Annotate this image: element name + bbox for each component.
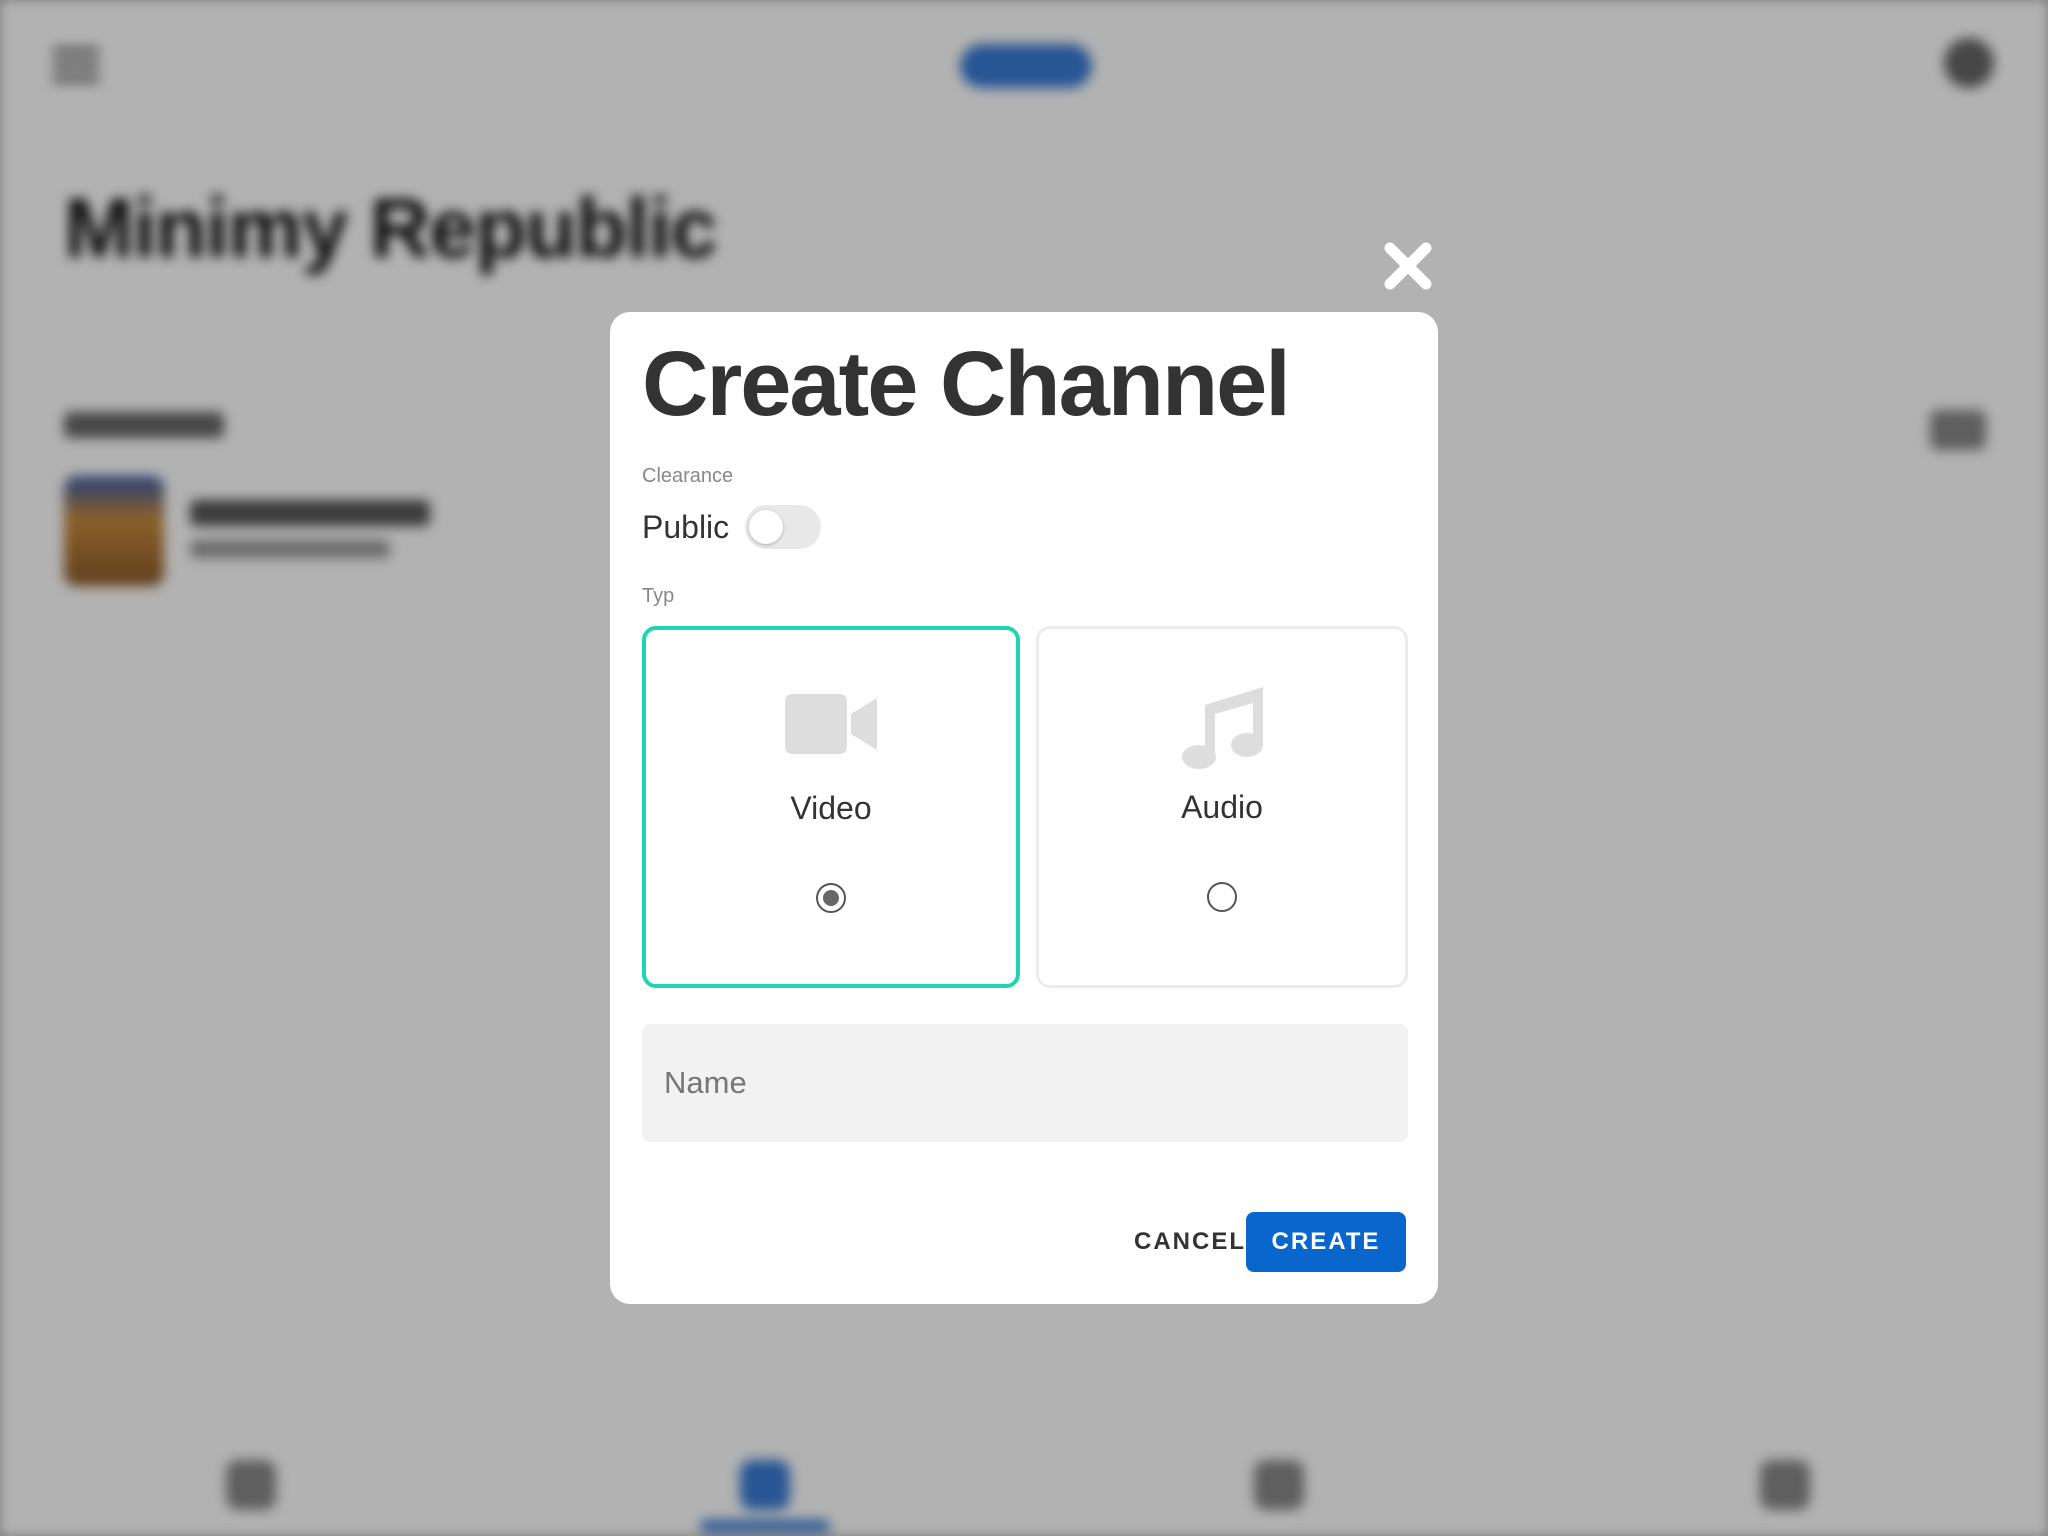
video-camera-icon <box>785 694 877 759</box>
type-option-video-label: Video <box>790 790 872 826</box>
music-note-icon <box>1181 687 1263 774</box>
create-button[interactable]: CREATE <box>1246 1212 1406 1272</box>
type-option-audio-label: Audio <box>1181 789 1263 825</box>
public-toggle[interactable] <box>745 505 822 549</box>
toggle-knob <box>749 510 784 544</box>
dialog-title: Create Channel <box>642 333 1291 435</box>
clearance-label: Clearance <box>642 465 734 487</box>
type-option-video[interactable]: Video <box>642 626 1020 988</box>
close-dialog-button[interactable] <box>1380 238 1436 294</box>
type-label: Typ <box>642 585 675 607</box>
close-icon <box>1384 242 1432 290</box>
type-option-audio[interactable]: Audio <box>1036 626 1408 988</box>
channel-name-input[interactable] <box>642 1024 1408 1142</box>
type-option-video-radio[interactable] <box>816 883 846 913</box>
public-toggle-row: Public <box>642 504 822 550</box>
type-option-audio-radio[interactable] <box>1207 882 1237 912</box>
public-toggle-label: Public <box>642 508 730 545</box>
create-channel-dialog: Create Channel Clearance Public Typ Vide… <box>610 312 1438 1304</box>
